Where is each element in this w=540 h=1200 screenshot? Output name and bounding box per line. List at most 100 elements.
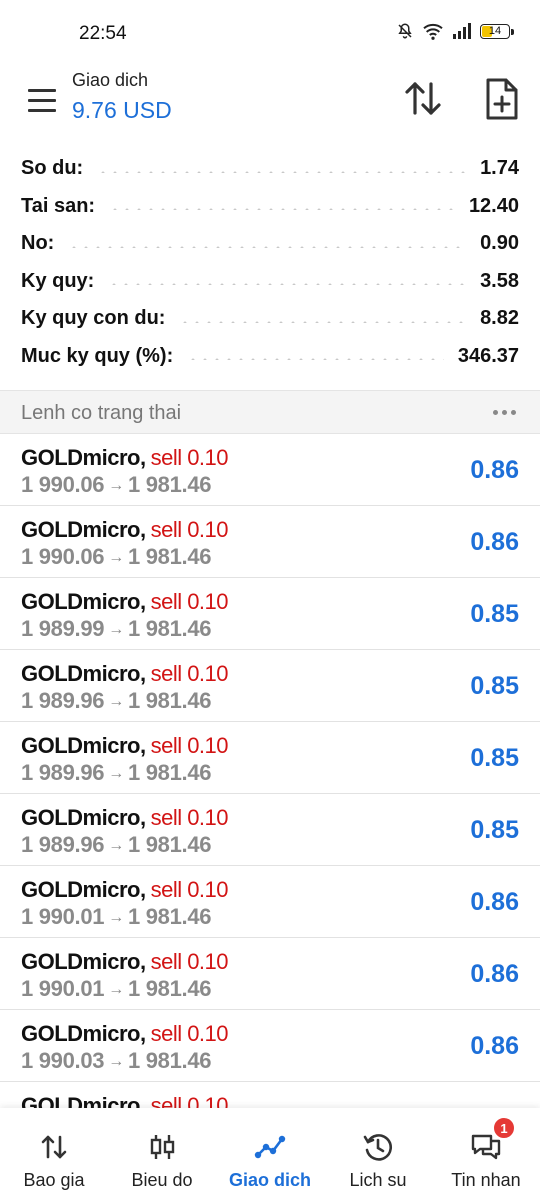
position-symbol: GOLDmicro, sell 0.10 (21, 1021, 229, 1047)
bell-off-icon (398, 23, 412, 39)
summary-value: 346.37 (457, 344, 519, 367)
position-symbol: GOLDmicro, sell 0.10 (21, 445, 229, 471)
summary-row: Tai san: 12.40 (0, 188, 540, 226)
position-prices: 1 989.96 → 1 981.46 (21, 688, 212, 714)
open-price: 1 989.99 (21, 616, 105, 641)
app-header: Giao dich 9.76 USD (0, 60, 540, 140)
nav-item-quotes[interactable]: Bao gia (0, 1108, 108, 1200)
position-side: sell 0.10 (150, 445, 229, 470)
nav-item-chart[interactable]: Bieu do (108, 1108, 216, 1200)
summary-value: 0.90 (480, 232, 519, 255)
battery-level: 14 (488, 25, 502, 37)
open-price: 1 990.06 (21, 544, 105, 569)
arrow-right-icon: → (108, 1053, 124, 1070)
menu-icon[interactable] (22, 82, 62, 118)
nav-item-trade[interactable]: Giao dich (216, 1108, 324, 1200)
summary-row: So du: 1.74 (0, 150, 540, 188)
open-price: 1 989.96 (21, 832, 105, 857)
position-profit: 0.86 (470, 1032, 519, 1060)
section-title: Lenh co trang thai (21, 402, 182, 424)
current-price: 1 981.46 (127, 688, 212, 713)
summary-label: Muc ky quy (%): (21, 344, 174, 367)
summary-value: 3.58 (480, 269, 519, 292)
position-side: sell 0.10 (150, 661, 229, 686)
positions-list[interactable]: GOLDmicro, sell 0.10 1 990.06 → 1 981.46 0.… (0, 434, 540, 1108)
position-row[interactable]: GOLDmicro, sell 0.10 1 989.96 → 1 981.46 0.… (0, 794, 540, 866)
position-profit: 0.86 (470, 960, 519, 988)
open-price: 1 990.01 (21, 976, 105, 1001)
summary-row: No: 0.90 (0, 225, 540, 263)
position-side: sell 0.10 (150, 1021, 229, 1046)
summary-value: 12.40 (468, 194, 519, 217)
arrow-right-icon: → (108, 549, 124, 566)
position-side: sell 0.10 (150, 949, 229, 974)
position-row[interactable]: GOLDmicro, sell 0.10 1 989.99 → 1 981.46 0.… (0, 578, 540, 650)
dotted-leader (108, 283, 467, 286)
dotted-leader (187, 358, 444, 361)
wifi-icon (423, 23, 443, 40)
nav-label: Bieu do (131, 1170, 193, 1190)
sort-icon[interactable] (400, 76, 446, 122)
current-price: 1 981.46 (127, 976, 212, 1001)
position-prices: 1 989.96 → 1 981.46 (21, 832, 212, 858)
battery-icon: 14 (480, 23, 514, 39)
nav-label: Lich su (349, 1170, 407, 1190)
position-row[interactable]: GOLDmicro, sell 0.10 1 989.96 → 1 981.46 0.… (0, 722, 540, 794)
current-price: 1 981.46 (127, 544, 212, 569)
bottom-navigation: Bao gia Bieu do Giao dich Lich su Tin nh… (0, 1108, 540, 1200)
status-bar: 22:54 14 (0, 0, 540, 60)
page-title: Giao dich (72, 70, 149, 90)
arrow-right-icon: → (108, 621, 124, 638)
position-side: sell 0.10 (150, 1093, 229, 1108)
summary-row: Ky quy con du: 8.82 (0, 300, 540, 338)
summary-label: Ky quy con du: (21, 307, 166, 330)
nav-item-messages[interactable]: Tin nhan 1 (432, 1108, 540, 1200)
position-row[interactable]: GOLDmicro, sell 0.10 1 990.06 → 1 981.46 0.… (0, 434, 540, 506)
quotes-arrows-icon (41, 1135, 67, 1159)
position-row[interactable]: GOLDmicro, sell 0.10 1 990.01 → 1 981.46 0.… (0, 938, 540, 1010)
dotted-leader (179, 320, 467, 323)
position-side: sell 0.10 (150, 517, 229, 542)
position-symbol: GOLDmicro, sell 0.10 (21, 877, 229, 903)
more-horizontal-icon[interactable] (493, 410, 516, 415)
arrow-right-icon: → (108, 837, 124, 854)
position-row[interactable]: GOLDmicro, sell 0.10 1 990.06 → 1 981.46 0.… (0, 506, 540, 578)
position-row[interactable]: GOLDmicro, sell 0.10 1 990.03 → 1 981.46 0.… (0, 1010, 540, 1082)
position-symbol: GOLDmicro, sell 0.10 (21, 805, 229, 831)
position-row[interactable]: GOLDmicro, sell 0.10 (0, 1082, 540, 1108)
position-profit: 0.85 (470, 600, 519, 628)
summary-label: So du: (21, 157, 84, 180)
symbol-name: GOLDmicro, (21, 733, 146, 758)
summary-value: 8.82 (480, 307, 519, 330)
nav-item-history[interactable]: Lich su (324, 1108, 432, 1200)
dotted-leader (97, 170, 467, 173)
position-symbol: GOLDmicro, sell 0.10 (21, 589, 229, 615)
new-order-icon[interactable] (478, 74, 524, 124)
status-time: 22:54 (79, 23, 127, 44)
position-profit: 0.85 (470, 816, 519, 844)
position-row[interactable]: GOLDmicro, sell 0.10 1 990.01 → 1 981.46 0.… (0, 866, 540, 938)
history-clock-icon (363, 1134, 392, 1161)
account-summary: So du: 1.74 Tai san: 12.40 No: 0.90 Ky q… (0, 150, 540, 375)
symbol-name: GOLDmicro, (21, 805, 146, 830)
position-prices: 1 989.96 → 1 981.46 (21, 760, 212, 786)
arrow-right-icon: → (108, 981, 124, 998)
summary-row: Ky quy: 3.58 (0, 263, 540, 301)
open-price: 1 990.06 (21, 472, 105, 497)
symbol-name: GOLDmicro, (21, 1093, 146, 1108)
position-profit: 0.86 (470, 528, 519, 556)
symbol-name: GOLDmicro, (21, 517, 146, 542)
summary-row: Muc ky quy (%): 346.37 (0, 338, 540, 376)
symbol-name: GOLDmicro, (21, 445, 146, 470)
position-row[interactable]: GOLDmicro, sell 0.10 1 989.96 → 1 981.46 0.… (0, 650, 540, 722)
current-price: 1 981.46 (127, 760, 212, 785)
symbol-name: GOLDmicro, (21, 661, 146, 686)
position-prices: 1 990.06 → 1 981.46 (21, 544, 212, 570)
arrow-right-icon: → (108, 693, 124, 710)
nav-label: Bao gia (23, 1170, 85, 1190)
position-symbol: GOLDmicro, sell 0.10 (21, 949, 229, 975)
signal-icon (453, 23, 471, 39)
unread-badge: 1 (492, 1116, 516, 1140)
arrow-right-icon: → (108, 765, 124, 782)
status-icons: 14 (396, 22, 514, 40)
